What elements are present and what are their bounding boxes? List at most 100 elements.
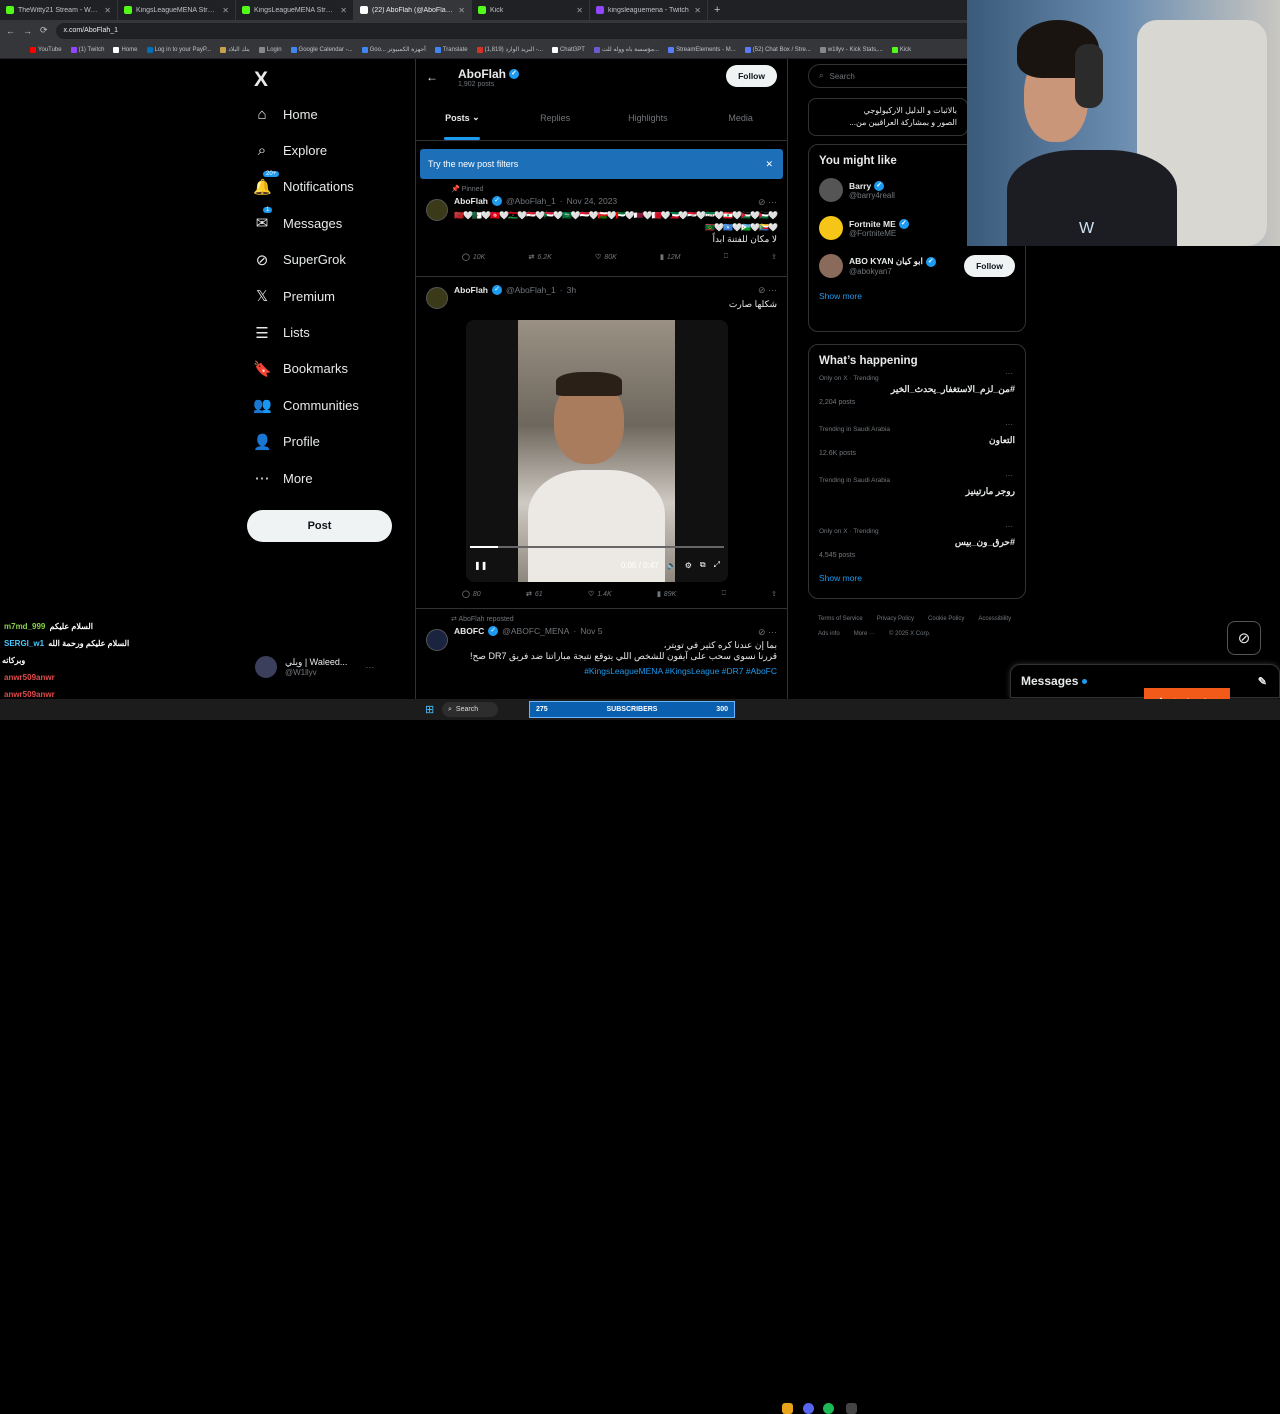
post-handle[interactable]: @ABOFC_MENA <box>502 626 569 636</box>
trend-item[interactable]: Only on X · Trending ··· #من_لزم_الاستغفار… <box>809 369 1025 420</box>
follow-button[interactable]: Follow <box>964 255 1015 277</box>
browser-tab[interactable]: Kick ✕ <box>472 0 590 20</box>
explorer-icon[interactable] <box>782 1403 793 1414</box>
more-dots-icon[interactable]: ··· <box>1005 420 1013 429</box>
bookmark-item[interactable]: Log in to your PayP... <box>146 46 211 53</box>
like-button[interactable]: ♡ 1.4K <box>588 590 612 599</box>
bookmark-item[interactable]: بنك البلاد <box>220 46 250 53</box>
views-button[interactable]: ▮ 12M <box>660 253 680 262</box>
post-time[interactable]: Nov 24, 2023 <box>567 196 618 206</box>
reload-icon[interactable]: ⟳ <box>40 25 48 36</box>
post-button[interactable]: Post <box>247 510 392 542</box>
footer-link[interactable]: Accessibility <box>978 612 1011 627</box>
like-button[interactable]: ♡ 80K <box>595 253 617 262</box>
post-author[interactable]: ABOFC <box>454 626 484 636</box>
account-switcher[interactable]: ويلي | Waleed... @W1llyv ··· <box>255 656 374 678</box>
trend-item[interactable]: Trending in Saudi Arabia ··· روجر مارتينيز <box>809 471 1025 522</box>
close-icon[interactable]: ✕ <box>694 6 701 15</box>
back-arrow-icon[interactable]: ← <box>6 26 15 36</box>
more-dots-icon[interactable]: ⊘ ··· <box>758 627 777 638</box>
share-icon[interactable]: ⇪ <box>771 590 777 598</box>
views-button[interactable]: ▮ 89K <box>657 590 676 599</box>
pause-icon[interactable]: ❚❚ <box>474 561 487 570</box>
post-time[interactable]: Nov 5 <box>580 626 602 636</box>
show-more-link[interactable]: Show more <box>809 285 1025 301</box>
windows-start-icon[interactable]: ⊞ <box>425 703 434 716</box>
avatar[interactable] <box>426 199 448 221</box>
more-dots-icon[interactable]: ··· <box>365 662 374 672</box>
bookmark-item[interactable]: w1llyv - Kick Stats,... <box>819 46 883 53</box>
more-dots-icon[interactable]: ⊘ ··· <box>758 197 777 208</box>
footer-link[interactable]: Privacy Policy <box>877 612 914 627</box>
bookmark-item[interactable]: YouTube <box>30 46 62 53</box>
forward-arrow-icon[interactable]: → <box>23 26 32 36</box>
tab-highlights[interactable]: Highlights <box>602 95 695 140</box>
more-dots-icon[interactable]: ··· <box>1005 522 1013 531</box>
footer-link[interactable]: Ads info <box>818 627 840 642</box>
bookmark-item[interactable]: (1,819) البريد الوارد -... <box>476 46 543 53</box>
nav-item-explore[interactable]: ⌕ Explore <box>250 132 410 168</box>
compose-message-icon[interactable]: ✎ <box>1258 675 1267 688</box>
footer-link[interactable]: Terms of Service <box>818 612 863 627</box>
nav-item-lists[interactable]: ☰ Lists <box>250 314 410 350</box>
repost-button[interactable]: ⇄ 6.2K <box>529 253 552 262</box>
trend-item[interactable]: Only on X · Trending ··· #حرق_ون_بيس 4,545 … <box>809 522 1025 573</box>
bookmark-item[interactable]: StreamElements - M... <box>668 46 736 53</box>
browser-tab[interactable]: (22) AboFlah (@AboFlah_1) / X ✕ <box>354 0 472 20</box>
close-icon[interactable]: ✕ <box>576 6 583 15</box>
post-time[interactable]: 3h <box>567 285 576 295</box>
nav-item-messages[interactable]: ✉ 1 Messages <box>250 205 410 241</box>
back-arrow-icon[interactable]: ← <box>426 70 438 84</box>
post-filters-banner[interactable]: Try the new post filters ✕ <box>420 149 783 179</box>
bookmark-item[interactable]: ChatGPT <box>551 46 585 53</box>
post-handle[interactable]: @AboFlah_1 <box>506 285 556 295</box>
trend-item[interactable]: Trending in Saudi Arabia ··· التعاون 12.6K … <box>809 420 1025 471</box>
close-icon[interactable]: ✕ <box>458 6 465 15</box>
video-post[interactable]: ⊘ ··· AboFlah ✓ @AboFlah_1 · 3h شكلها صا… <box>416 277 787 609</box>
avatar[interactable] <box>426 287 448 309</box>
video-progress-bar[interactable] <box>470 546 724 548</box>
tab-posts[interactable]: Posts ⌄ <box>416 95 509 140</box>
tab-replies[interactable]: Replies <box>509 95 602 140</box>
more-dots-icon[interactable]: ··· <box>1005 369 1013 378</box>
browser-tab[interactable]: KingsLeagueMENA Stream - W ✕ <box>236 0 354 20</box>
bookmark-item[interactable]: Home <box>113 46 138 53</box>
post-author[interactable]: AboFlah <box>454 196 488 206</box>
post-handle[interactable]: @AboFlah_1 <box>506 196 556 206</box>
pinned-post[interactable]: 📌 Pinned ⊘ ··· AboFlah ✓ @AboFlah_1 · No… <box>416 179 787 277</box>
bookmark-item[interactable]: Goo... أجهزة الكمبيوتر <box>361 46 426 53</box>
nav-item-more[interactable]: ⋯ More <box>250 460 410 496</box>
reposted-post[interactable]: ⇄ AboFlah reposted ⊘ ··· ABOFC ✓ @ABOFC_… <box>416 609 787 699</box>
volume-icon[interactable]: 🔈 <box>667 561 677 570</box>
bookmark-icon[interactable]: ⎕ <box>724 253 728 261</box>
bookmark-item[interactable]: (1) Twitch <box>70 46 104 53</box>
bookmark-item[interactable]: Login <box>258 46 282 53</box>
nav-item-communities[interactable]: 👥 Communities <box>250 387 410 423</box>
new-tab-icon[interactable]: + <box>708 4 726 16</box>
pip-icon[interactable]: ⧉ <box>700 560 706 570</box>
avatar[interactable] <box>426 629 448 651</box>
nav-item-premium[interactable]: 𝕏 Premium <box>250 278 410 314</box>
reply-button[interactable]: ◯ 10K <box>462 253 485 262</box>
nav-item-bookmarks[interactable]: 🔖 Bookmarks <box>250 351 410 387</box>
bookmark-item[interactable]: Translate <box>434 46 468 53</box>
repost-button[interactable]: ⇄ 61 <box>526 590 543 599</box>
close-icon[interactable]: ✕ <box>340 6 347 15</box>
video-player[interactable]: ❚❚ 0:05 / 0:47 🔈 ⚙ ⧉ ⤢ <box>466 320 728 582</box>
reply-button[interactable]: ◯ 80 <box>462 590 481 599</box>
x-logo-icon[interactable]: X <box>254 68 268 92</box>
settings-icon[interactable]: ⚙ <box>685 561 692 570</box>
browser-tab[interactable]: kingsleaguemena - Twitch ✕ <box>590 0 708 20</box>
nav-item-profile[interactable]: 👤 Profile <box>250 424 410 460</box>
footer-link[interactable]: Cookie Policy <box>928 612 964 627</box>
footer-link[interactable]: © 2025 X Corp. <box>889 627 930 642</box>
footer-link[interactable]: More ··· <box>854 627 875 642</box>
show-more-link[interactable]: Show more <box>809 573 1025 583</box>
close-icon[interactable]: ✕ <box>104 6 111 15</box>
share-icon[interactable]: ⇪ <box>771 253 777 261</box>
more-dots-icon[interactable]: ··· <box>1005 471 1013 480</box>
bookmark-item[interactable]: مؤسسة باه ووله للت... <box>593 46 659 53</box>
nav-item-supergrok[interactable]: ⊘ SuperGrok <box>250 242 410 278</box>
bookmark-item[interactable]: (52) Chat Box / Stre... <box>744 46 811 53</box>
nav-item-notifications[interactable]: 🔔 20+ Notifications <box>250 169 410 205</box>
